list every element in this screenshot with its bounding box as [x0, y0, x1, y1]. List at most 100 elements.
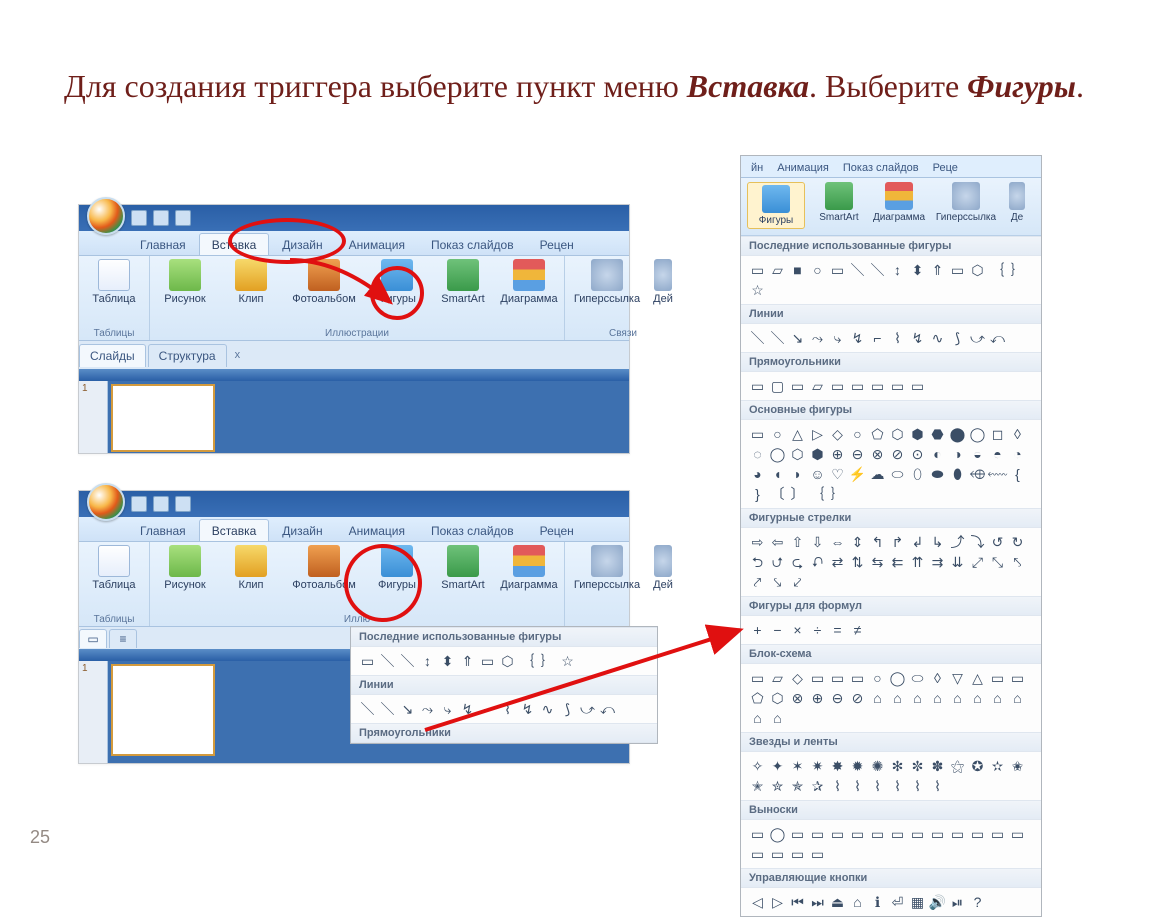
shape-option[interactable]: ▭ [809, 669, 826, 686]
shape-option[interactable]: ⌂ [869, 689, 886, 706]
shape-option[interactable]: ✸ [829, 757, 846, 774]
shape-option[interactable]: ↕ [419, 652, 436, 669]
shape-option[interactable]: ↲ [909, 533, 926, 550]
shape-option[interactable]: ⇑ [459, 652, 476, 669]
shape-option[interactable]: ⤺ [599, 700, 616, 717]
shape-option[interactable]: ｝ [539, 652, 556, 669]
shape-option[interactable]: ⬡ [889, 425, 906, 442]
shape-option[interactable]: 〕 [789, 485, 806, 502]
shape-option[interactable]: ⊗ [869, 445, 886, 462]
shape-option[interactable]: ✭ [749, 777, 766, 794]
shape-option[interactable]: ▭ [789, 377, 806, 394]
shape-option[interactable]: ⇩ [809, 533, 826, 550]
shape-option[interactable]: ▷ [809, 425, 826, 442]
shape-option[interactable]: ⮏ [809, 553, 826, 570]
shape-option[interactable]: ☆ [749, 281, 766, 298]
shape-option[interactable]: ⤺ [989, 329, 1006, 346]
tab-review[interactable]: Рецен [527, 233, 587, 255]
shape-option[interactable]: ✦ [769, 757, 786, 774]
shape-option[interactable]: ◑ [949, 445, 966, 462]
shape-option[interactable]: ▦ [909, 893, 926, 910]
shape-option[interactable]: ↯ [849, 329, 866, 346]
gallery-shapes-button[interactable]: Фигуры [747, 182, 805, 229]
shape-option[interactable]: ◇ [829, 425, 846, 442]
shape-option[interactable]: ⤡ [989, 553, 1006, 570]
shape-option[interactable]: ⤣ [1009, 553, 1026, 570]
shape-option[interactable]: ▭ [809, 845, 826, 862]
shape-option[interactable]: ⊘ [889, 445, 906, 462]
shape-option[interactable]: △ [789, 425, 806, 442]
shape-option[interactable]: ⏯ [949, 893, 966, 910]
shape-option[interactable]: ✯ [789, 777, 806, 794]
shape-option[interactable]: ✰ [809, 777, 826, 794]
shape-option[interactable]: ▭ [749, 845, 766, 862]
shape-option[interactable]: ⬍ [909, 261, 926, 278]
shape-option[interactable]: ⚡ [849, 465, 866, 482]
shape-option[interactable]: ⌇ [909, 777, 926, 794]
shape-option[interactable]: ↳ [929, 533, 946, 550]
redo-icon-2[interactable] [175, 496, 191, 512]
shape-option[interactable]: ＼ [869, 261, 886, 278]
table-button-2[interactable]: Таблица [85, 545, 143, 591]
shape-option[interactable]: ⊗ [789, 689, 806, 706]
shape-option[interactable]: ▢ [769, 377, 786, 394]
shape-option[interactable]: ■ [789, 261, 806, 278]
shape-option[interactable]: ✧ [749, 757, 766, 774]
picture-button-2[interactable]: Рисунок [156, 545, 214, 591]
shape-option[interactable]: ⇨ [749, 533, 766, 550]
hyperlink-button[interactable]: Гиперссылка [571, 259, 643, 305]
close-pane-icon[interactable]: x [235, 349, 241, 361]
shapes-button-2[interactable]: Фигуры [368, 545, 426, 591]
shape-option[interactable]: ⮍ [769, 553, 786, 570]
tab-insert[interactable]: Вставка [199, 233, 270, 255]
shape-option[interactable]: ⬢ [809, 445, 826, 462]
shape-option[interactable]: ∿ [539, 700, 556, 717]
gallery-hyperlink-button[interactable]: Гиперссылка [933, 182, 999, 229]
shape-option[interactable]: ⌂ [769, 709, 786, 726]
shape-option[interactable]: ⟆ [559, 700, 576, 717]
shape-option[interactable]: ○ [849, 425, 866, 442]
shape-option[interactable]: ▷ [769, 893, 786, 910]
shape-option[interactable]: ✻ [889, 757, 906, 774]
shape-option[interactable]: ⊖ [849, 445, 866, 462]
shape-option[interactable]: ↕ [889, 261, 906, 278]
chart-button[interactable]: Диаграмма [500, 259, 558, 305]
tab-slideshow[interactable]: Показ слайдов [418, 233, 527, 255]
shape-option[interactable]: ⊕ [809, 689, 826, 706]
outline-pane-tab-compact[interactable]: ≡ [109, 629, 137, 648]
shape-option[interactable]: ⇉ [929, 553, 946, 570]
shape-option[interactable]: ⬠ [749, 689, 766, 706]
shape-option[interactable]: ⟆ [949, 329, 966, 346]
shape-option[interactable]: ✬ [1009, 757, 1026, 774]
tab-animation[interactable]: Анимация [336, 233, 418, 255]
shape-option[interactable]: ⌇ [869, 777, 886, 794]
gtab-anim[interactable]: Анимация [771, 159, 835, 177]
shape-option[interactable]: ▭ [749, 377, 766, 394]
tab-slideshow-2[interactable]: Показ слайдов [418, 519, 527, 541]
tab-insert-2[interactable]: Вставка [199, 519, 270, 541]
shape-option[interactable]: ⬡ [769, 689, 786, 706]
shape-option[interactable]: ▭ [829, 825, 846, 842]
shape-option[interactable]: ✺ [869, 757, 886, 774]
slide-thumbnail-2[interactable] [111, 664, 215, 756]
shape-option[interactable]: ＼ [849, 261, 866, 278]
shape-option[interactable]: ▭ [989, 825, 1006, 842]
shape-option[interactable]: ▭ [909, 825, 926, 842]
shape-option[interactable]: ✷ [809, 757, 826, 774]
tab-design[interactable]: Дизайн [269, 233, 335, 255]
shape-option[interactable]: ▭ [749, 825, 766, 842]
shape-option[interactable]: ⌐ [869, 329, 886, 346]
shape-option[interactable]: ↱ [889, 533, 906, 550]
redo-icon[interactable] [175, 210, 191, 226]
shape-option[interactable]: ⬍ [439, 652, 456, 669]
shape-option[interactable]: 〔 [769, 485, 786, 502]
table-button[interactable]: Таблица [85, 259, 143, 305]
shape-option[interactable]: ⤢ [969, 553, 986, 570]
shape-option[interactable]: ⇄ [829, 553, 846, 570]
shape-option[interactable]: ▱ [769, 261, 786, 278]
shape-option[interactable]: ⌂ [889, 689, 906, 706]
smartart-button-2[interactable]: SmartArt [434, 545, 492, 591]
undo-icon-2[interactable] [153, 496, 169, 512]
shape-option[interactable]: ▭ [889, 377, 906, 394]
shape-option[interactable]: ⌂ [949, 689, 966, 706]
